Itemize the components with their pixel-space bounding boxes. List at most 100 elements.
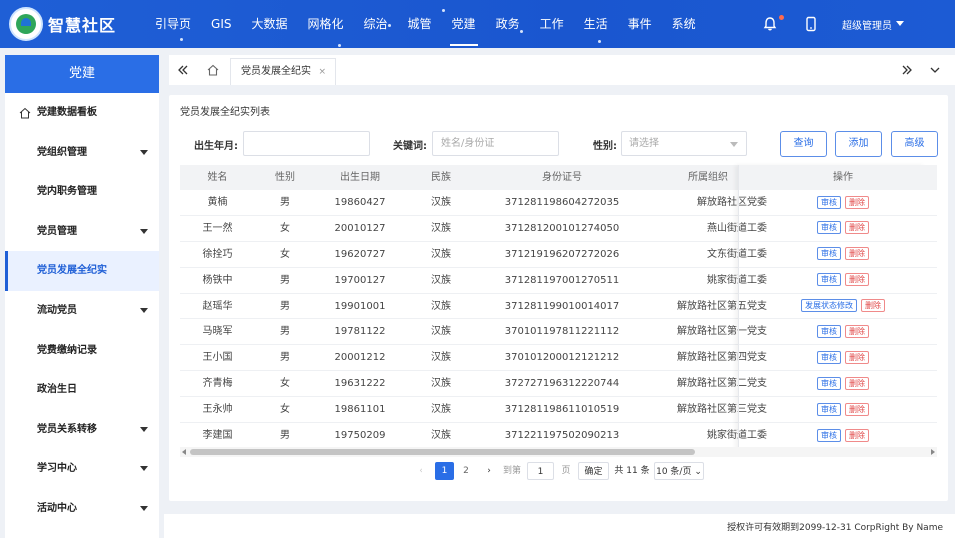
sidebar-item-0[interactable]: 党建数据看板 <box>5 93 159 133</box>
cell-ops: 审核 删除 <box>749 216 937 241</box>
audit-button[interactable]: 审核 <box>817 428 841 442</box>
nav-item-3[interactable]: 网格化 <box>298 0 354 48</box>
sidebar-item-label: 活动中心 <box>37 502 77 514</box>
column-header-2: 出生日期 <box>340 172 380 183</box>
scroll-right-icon[interactable] <box>931 449 935 455</box>
home-icon[interactable] <box>206 63 220 77</box>
sidebar-item-4[interactable]: 党员发展全纪实 <box>5 251 159 291</box>
nav-item-4[interactable]: 综治 <box>354 0 398 48</box>
delete-button[interactable]: 删除 <box>845 247 869 261</box>
table-row[interactable]: 马晓军男 19781122 汉族 370101197811221112 解放路社区第一党… <box>180 319 937 346</box>
delete-button[interactable]: 删除 <box>845 350 869 364</box>
query-button[interactable]: 查询 <box>780 131 827 157</box>
delete-button[interactable]: 删除 <box>845 221 869 235</box>
audit-button[interactable]: 审核 <box>817 350 841 364</box>
nav-item-5[interactable]: 城管 <box>398 0 442 48</box>
bell-icon[interactable] <box>762 16 778 32</box>
nav-item-0[interactable]: 引导页 <box>145 0 201 48</box>
footer-copyright: 授权许可有效期到2099-12-31 CorpRight By Name <box>727 523 943 533</box>
keyword-input[interactable] <box>432 131 559 156</box>
audit-button[interactable]: 审核 <box>817 247 841 261</box>
tab-party-member-development[interactable]: 党员发展全纪实 × <box>230 58 336 85</box>
scrollbar-thumb[interactable] <box>190 449 695 455</box>
delete-button[interactable]: 删除 <box>845 195 869 209</box>
double-chevron-right-icon[interactable] <box>900 63 914 77</box>
sidebar-item-2[interactable]: 党内职务管理 <box>5 172 159 212</box>
caret-down-icon <box>140 466 148 472</box>
table-row[interactable]: 齐青梅女 19631222 汉族 372727196312220744 解放路社区第二党… <box>180 371 937 398</box>
delete-button[interactable]: 删除 <box>861 299 885 313</box>
top-header: 智慧社区 引导页 GIS 大数据 网格化 综治 城管 党建 政务 工作 生活 事件 系统 超级管理员 <box>0 0 955 48</box>
sidebar-item-6[interactable]: 党费缴纳记录 <box>5 331 159 371</box>
audit-button[interactable]: 审核 <box>817 195 841 209</box>
cell-name: 李建国 <box>202 430 233 442</box>
cell-name: 王永帅 <box>202 404 233 416</box>
sidebar-item-5[interactable]: 流动党员 <box>5 291 159 331</box>
nav-item-1[interactable]: GIS <box>201 0 241 48</box>
sidebar-item-10[interactable]: 活动中心 <box>5 489 159 529</box>
table-row[interactable]: 王永帅女 19861101 汉族 371281198611010519 解放路社区第三党… <box>180 397 937 424</box>
nav-item-6[interactable]: 党建 <box>442 0 486 48</box>
sidebar-item-9[interactable]: 学习中心 <box>5 449 159 489</box>
nav-item-9[interactable]: 生活 <box>574 0 618 48</box>
table-row[interactable]: 王小国男 20001212 汉族 370101200012121212 解放路社区第四党… <box>180 345 937 372</box>
audit-button[interactable]: 审核 <box>817 402 841 416</box>
delete-button[interactable]: 删除 <box>845 273 869 287</box>
table-row[interactable]: 李建国男 19750209 汉族 371221197502090213 姚家街道工委 审核… <box>180 423 937 449</box>
cell-ethnic: 汉族 <box>431 378 451 390</box>
double-chevron-left-icon[interactable] <box>176 63 190 77</box>
scroll-left-icon[interactable] <box>182 449 186 455</box>
user-caret-icon[interactable] <box>896 21 904 26</box>
sidebar-item-label: 党费缴纳记录 <box>37 344 97 356</box>
user-menu[interactable]: 超级管理员 <box>842 17 892 32</box>
goto-page-input[interactable]: 1 <box>527 462 554 480</box>
horizontal-scrollbar[interactable] <box>180 447 937 457</box>
audit-button[interactable]: 审核 <box>817 273 841 287</box>
nav-item-8[interactable]: 工作 <box>530 0 574 48</box>
nav-item-7[interactable]: 政务 <box>486 0 530 48</box>
delete-button[interactable]: 删除 <box>845 428 869 442</box>
nav-item-10[interactable]: 事件 <box>618 0 662 48</box>
chevron-down-icon: ⌄ <box>694 467 702 477</box>
cell-id: 371281197001270511 <box>504 274 620 286</box>
birth-input[interactable] <box>243 131 370 156</box>
sidebar-item-1[interactable]: 党组织管理 <box>5 133 159 173</box>
notification-dot <box>779 15 784 20</box>
sidebar-item-7[interactable]: 政治生日 <box>5 370 159 410</box>
delete-button[interactable]: 删除 <box>845 324 869 338</box>
next-page-icon[interactable]: › <box>483 462 495 480</box>
nav-item-2[interactable]: 大数据 <box>241 0 297 48</box>
audit-button[interactable]: 发展状态修改 <box>801 299 857 313</box>
gender-select[interactable]: 请选择 <box>621 131 747 156</box>
cell-birth: 20001212 <box>334 352 386 364</box>
audit-button[interactable]: 审核 <box>817 324 841 338</box>
page-size-select[interactable]: 10 条/页 ⌄ <box>654 462 704 480</box>
chevron-down-icon[interactable] <box>928 63 942 77</box>
audit-button[interactable]: 审核 <box>817 221 841 235</box>
table-row[interactable]: 赵瑶华男 19901001 汉族 371281199010014017 解放路社区第五党… <box>180 294 937 320</box>
advanced-button[interactable]: 高级 <box>891 131 938 157</box>
table-row[interactable]: 杨铁中男 19700127 汉族 371281197001270511 姚家街道工委 审核… <box>180 268 937 294</box>
delete-button[interactable]: 删除 <box>845 402 869 416</box>
sidebar-item-3[interactable]: 党员管理 <box>5 212 159 252</box>
main-card: 党员发展全纪实列表 出生年月: 关键词: 性别: 请选择 查询 添加 高级 姓名… <box>169 95 948 501</box>
page-1-button[interactable]: 1 <box>435 462 454 480</box>
page-2-button[interactable]: 2 <box>457 462 475 480</box>
audit-button[interactable]: 审核 <box>817 376 841 390</box>
sidebar-item-8[interactable]: 党员关系转移 <box>5 410 159 450</box>
delete-button[interactable]: 删除 <box>845 376 869 390</box>
total-count: 共 11 条 <box>614 466 650 476</box>
table-body: 黄楠男 19860427 汉族 371281198604272035 解放路社区党委 审核… <box>180 190 937 449</box>
table-row[interactable]: 王一然女 20010127 汉族 371281200101274050 燕山街道工委 审核… <box>180 216 937 242</box>
table-row[interactable]: 徐拴巧女 19620727 汉族 371219196207272026 文东街道工委 审核… <box>180 242 937 268</box>
cell-birth: 20010127 <box>334 222 386 234</box>
goto-confirm-button[interactable]: 确定 <box>578 462 609 480</box>
add-button[interactable]: 添加 <box>835 131 882 157</box>
goto-suffix: 页 <box>561 466 571 476</box>
table-row[interactable]: 黄楠男 19860427 汉族 371281198604272035 解放路社区党委 审核… <box>180 190 937 216</box>
mobile-icon[interactable] <box>803 16 819 32</box>
cell-birth: 19700127 <box>334 274 386 286</box>
nav-item-11[interactable]: 系统 <box>662 0 706 48</box>
close-icon[interactable]: × <box>318 59 326 85</box>
prev-page-icon[interactable]: ‹ <box>415 462 427 480</box>
